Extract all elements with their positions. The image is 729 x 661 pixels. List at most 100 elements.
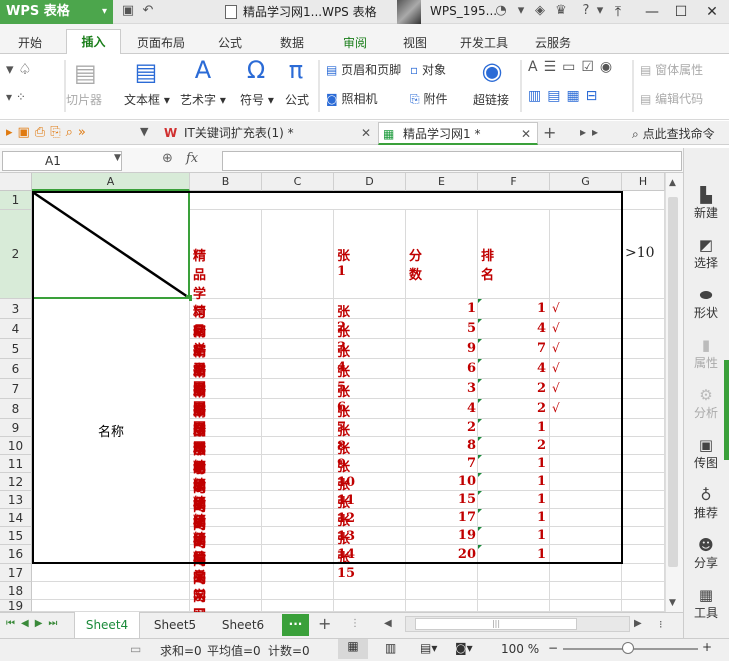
reading-mode-icon[interactable]: ◙▾ <box>455 641 473 655</box>
search-commands[interactable]: ⌕ 点此查找命令 <box>632 125 715 142</box>
data-cell-score[interactable]: 5 <box>406 321 476 336</box>
save-icon[interactable]: ▣ <box>120 3 136 18</box>
panel-select[interactable]: ◩ 选择 <box>683 236 729 271</box>
hyperlink-button[interactable]: 超链接 <box>473 91 509 108</box>
fx-icon[interactable]: fx <box>186 151 198 166</box>
zoom-slider-handle[interactable] <box>622 642 634 654</box>
row-header[interactable]: 3 <box>0 299 32 319</box>
scroll-left-icon[interactable]: ◀ <box>384 618 392 629</box>
column-header[interactable]: H <box>622 173 665 191</box>
camera-button[interactable]: ◙ 照相机 <box>326 90 378 107</box>
name-box[interactable]: A1 <box>2 151 122 171</box>
column-header[interactable]: C <box>262 173 334 191</box>
data-cell-score[interactable]: 4 <box>406 401 476 416</box>
row-header[interactable]: 16 <box>0 545 32 564</box>
formula-input[interactable] <box>222 151 682 171</box>
data-cell-rank[interactable]: 1 <box>478 301 546 316</box>
header-cell-score[interactable]: 分数 <box>409 245 422 283</box>
add-sheet-icon[interactable]: + <box>318 614 331 633</box>
column-header[interactable]: B <box>190 173 262 191</box>
zoom-in-icon[interactable]: + <box>702 640 712 654</box>
chevron-down-icon[interactable]: ▼ <box>114 153 121 163</box>
symbol-button[interactable]: 符号 ▾ <box>240 91 274 108</box>
add-tab-icon[interactable]: + <box>543 123 556 142</box>
scroll-right-icon[interactable]: ▶ <box>634 618 642 629</box>
data-cell-rank[interactable]: 1 <box>478 420 546 435</box>
tab-review[interactable]: 审阅 <box>343 34 367 51</box>
sheet-tab-active[interactable]: Sheet4 <box>74 612 140 638</box>
data-cell-score[interactable]: 6 <box>406 361 476 376</box>
data-cell-check[interactable]: √ <box>552 301 560 315</box>
zoom-out-icon[interactable]: − <box>548 641 558 655</box>
row-header[interactable]: 7 <box>0 379 32 399</box>
data-cell-score[interactable]: 1 <box>406 301 476 316</box>
nav-icons[interactable]: ▸▸ <box>580 125 604 139</box>
close-button[interactable]: ✕ <box>700 2 724 22</box>
data-cell-check[interactable]: √ <box>552 321 560 335</box>
data-cell-score[interactable]: 8 <box>406 438 476 453</box>
row-header[interactable]: 10 <box>0 437 32 455</box>
header-cell-name[interactable]: 张1 <box>337 245 350 279</box>
column-header[interactable]: D <box>334 173 406 191</box>
form-controls-row1[interactable]: A☰▭☑◉ <box>528 59 618 75</box>
header-cell-rank[interactable]: 排名 <box>481 245 494 283</box>
data-cell-score[interactable]: 9 <box>406 341 476 356</box>
column-header[interactable]: F <box>478 173 550 191</box>
panel-share[interactable]: ☻ 分享 <box>683 536 729 571</box>
data-cell-score[interactable]: 10 <box>406 474 476 489</box>
row-header[interactable]: 4 <box>0 319 32 339</box>
sheet-tab[interactable]: Sheet6 <box>212 612 274 638</box>
formula-button[interactable]: 公式 <box>285 91 309 108</box>
data-cell-score[interactable]: 3 <box>406 381 476 396</box>
data-cell-check[interactable]: √ <box>552 381 560 395</box>
textbox-button[interactable]: 文本框 ▾ <box>124 91 170 108</box>
row-header[interactable]: 11 <box>0 455 32 473</box>
quick-access-icons[interactable]: ▸▣⎙⎘⌕» <box>6 125 91 140</box>
panel-upload-image[interactable]: ▣ 传图 <box>683 436 729 471</box>
scroll-down-icon[interactable]: ▼ <box>669 598 676 608</box>
header-cell-threshold[interactable]: >10 <box>625 245 655 261</box>
tab-cloud[interactable]: 云服务 <box>535 34 571 51</box>
panel-tools[interactable]: ▦ 工具 <box>683 586 729 621</box>
tab-scroll-icon[interactable]: ⋮ <box>350 618 360 629</box>
horizontal-scroll-thumb[interactable]: ||| <box>415 618 577 630</box>
tab-view[interactable]: 视图 <box>403 34 427 51</box>
page-break-view-icon[interactable]: ▥ <box>385 641 396 655</box>
tab-home[interactable]: 开始 <box>18 34 42 51</box>
user-name[interactable]: WPS_195... <box>430 4 497 18</box>
tab-developer[interactable]: 开发工具 <box>460 34 508 51</box>
row-header[interactable]: 12 <box>0 473 32 491</box>
data-cell-name[interactable]: 张15 <box>337 547 355 581</box>
row-header[interactable]: 8 <box>0 399 32 419</box>
select-all-corner[interactable] <box>0 173 32 191</box>
shield-icon[interactable]: ◈ <box>532 3 548 18</box>
sheet-tab[interactable]: Sheet5 <box>144 612 206 638</box>
attachment-button[interactable]: ⎘ 附件 <box>410 90 447 107</box>
row-header[interactable]: 1 <box>0 191 32 210</box>
data-cell-rank[interactable]: 1 <box>478 456 546 471</box>
header-footer-button[interactable]: ▤ 页眉和页脚 <box>326 61 401 78</box>
row-header[interactable]: 15 <box>0 527 32 545</box>
data-cell-rank[interactable]: 1 <box>478 492 546 507</box>
doc-tab-active[interactable]: ▦ 精品学习网1 * ✕ <box>378 122 538 145</box>
row-header[interactable]: 2 <box>0 210 32 299</box>
row-header[interactable]: 18 <box>0 582 32 600</box>
wordart-button[interactable]: 艺术字 ▾ <box>180 91 226 108</box>
zoom-search-icon[interactable]: ⊕ <box>162 151 173 166</box>
column-header[interactable]: A <box>32 173 190 191</box>
data-cell-score[interactable]: 20 <box>406 547 476 562</box>
fullscreen-button[interactable]: ⤒ <box>606 2 630 22</box>
chart-icon[interactable]: ▾ ⁘ <box>6 90 26 104</box>
data-cell-rank[interactable]: 2 <box>478 381 546 396</box>
data-cell-rank[interactable]: 2 <box>478 401 546 416</box>
data-cell-check[interactable]: √ <box>552 401 560 415</box>
scrollbar-thumb[interactable] <box>668 197 678 567</box>
shirt-icon[interactable]: ♛ <box>553 3 569 18</box>
more-sheets-button[interactable]: ··· <box>282 614 309 636</box>
row-header[interactable]: 6 <box>0 359 32 379</box>
form-controls-row2[interactable]: ▥▤▦⊟ <box>528 88 603 104</box>
panel-recommend[interactable]: ♁ 推荐 <box>683 486 729 521</box>
data-cell-score[interactable]: 19 <box>406 528 476 543</box>
data-cell-score[interactable]: 17 <box>406 510 476 525</box>
chevron-down-icon[interactable]: ▾ <box>513 3 529 18</box>
